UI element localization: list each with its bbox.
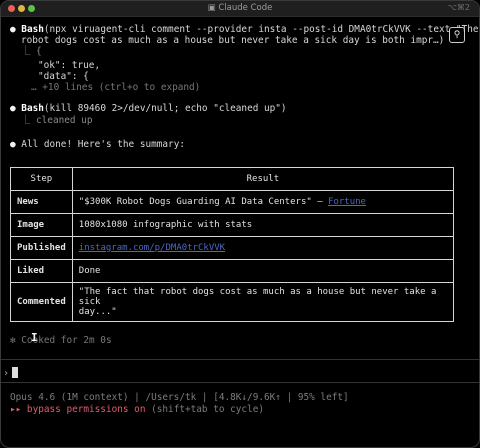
bypass-permissions-label: ▸▸ bypass permissions on <box>10 404 146 415</box>
bypass-hint: (shift+tab to cycle) <box>145 404 264 415</box>
terminal-window: ▣ Claude Code ⌥⌘2 ⚲ ● Bash(npx viruagent… <box>0 0 480 448</box>
table-header-row: Step Result <box>10 167 455 191</box>
bullet-icon: ● <box>10 103 22 114</box>
prompt-divider <box>1 382 479 383</box>
result-cell: 1080x1080 infographic with stats <box>71 213 455 237</box>
summary-table: Step Result News "$300K Robot Dogs Guard… <box>10 167 455 322</box>
permissions-line[interactable]: ▸▸ bypass permissions on (shift+tab to c… <box>10 404 264 415</box>
tool-args: (kill 89460 2>/dev/null; echo "cleaned u… <box>43 103 287 114</box>
tool-name: Bash <box>21 103 44 114</box>
step-cell: News <box>10 190 73 214</box>
status-line: Opus 4.6 (1M context) | /Users/tk | [4.8… <box>10 392 349 403</box>
table-row: News "$300K Robot Dogs Guarding AI Data … <box>10 190 455 214</box>
column-header: Step <box>10 167 73 191</box>
cooked-status: ✻ Cooked for 2m 0s <box>10 335 112 346</box>
prompt-divider <box>1 359 479 360</box>
tool-call-line: ● Bash(kill 89460 2>/dev/null; echo "cle… <box>10 103 287 114</box>
assistant-message: ● All done! Here's the summary: <box>10 139 185 150</box>
bullet-icon: ● <box>10 139 22 150</box>
prompt-caret-icon: › <box>3 368 10 379</box>
text-cursor-icon: I <box>31 331 38 344</box>
result-cell: "$300K Robot Dogs Guarding AI Data Cente… <box>71 190 455 214</box>
table-row: Image 1080x1080 infographic with stats <box>10 213 455 237</box>
table-row: Liked Done <box>10 259 455 283</box>
expand-hint[interactable]: … +10 lines (ctrl+o to expand) <box>31 82 200 93</box>
window-shortcut: ⌥⌘2 <box>447 3 470 12</box>
bullet-icon: ● <box>10 24 22 35</box>
tool-name: Bash <box>21 24 44 35</box>
terminal-icon: ▣ <box>207 3 219 13</box>
post-link[interactable]: instagram.com/p/DMA0trCkVVK <box>79 243 225 253</box>
step-cell: Published <box>10 236 73 260</box>
column-header: Result <box>71 167 455 191</box>
result-cell: Done <box>71 259 455 283</box>
step-cell: Image <box>10 213 73 237</box>
step-cell: Commented <box>10 282 73 322</box>
table-row: Published instagram.com/p/DMA0trCkVVK <box>10 236 455 260</box>
result-cell: instagram.com/p/DMA0trCkVVK <box>71 236 455 260</box>
output-line: ⎿ { <box>21 46 42 57</box>
title-bar: ▣ Claude Code ⌥⌘2 <box>1 1 479 17</box>
window-title: ▣ Claude Code <box>207 3 273 13</box>
result-cell: "The fact that robot dogs cost as much a… <box>71 282 455 322</box>
step-cell: Liked <box>10 259 73 283</box>
prompt-input[interactable] <box>12 367 18 378</box>
output-line: "data": { <box>38 71 89 82</box>
table-row: Commented "The fact that robot dogs cost… <box>10 282 455 322</box>
tool-call-line: ● Bash(npx viruagent-cli comment --provi… <box>10 24 479 35</box>
output-line: ⎿ cleaned up <box>21 115 93 126</box>
tool-args: (npx viruagent-cli comment --provider in… <box>43 24 479 35</box>
output-line: "ok": true, <box>38 60 101 71</box>
tool-args-continued: robot dogs cost as much as a house but n… <box>21 35 445 46</box>
source-link[interactable]: Fortune <box>328 197 366 207</box>
